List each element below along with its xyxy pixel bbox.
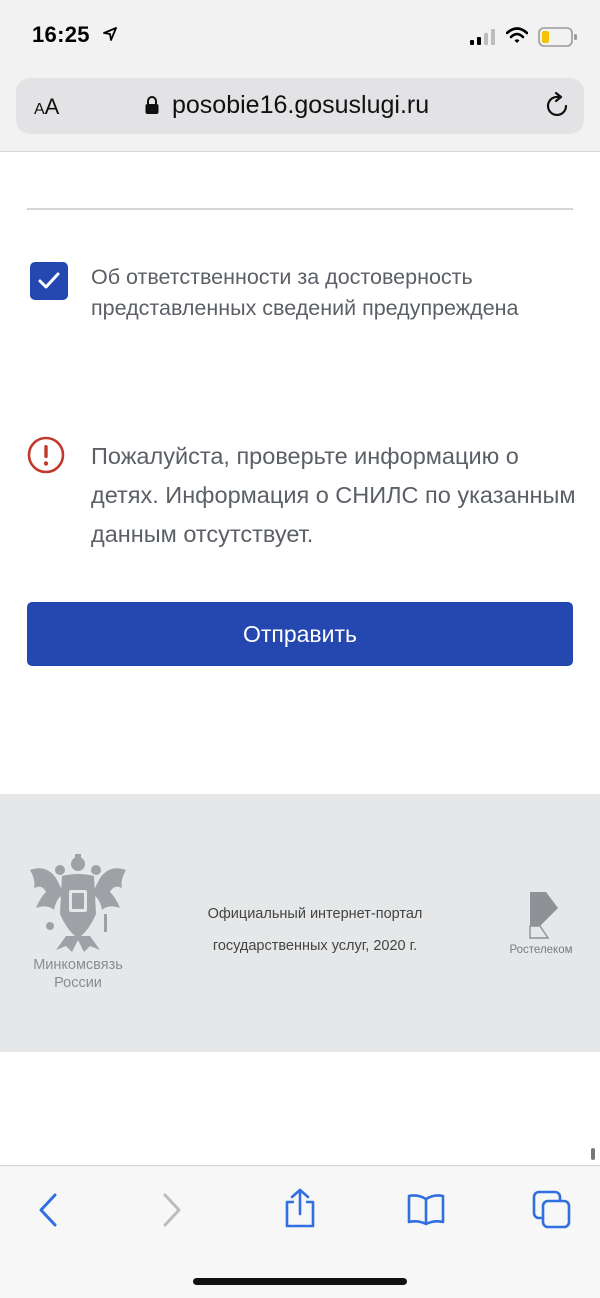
location-arrow-icon <box>103 27 117 46</box>
warning-icon <box>27 436 65 479</box>
home-indicator[interactable] <box>193 1278 407 1285</box>
book-icon[interactable] <box>406 1194 446 1231</box>
status-bar: 16:25 <box>0 0 600 70</box>
chevron-left-icon[interactable] <box>36 1192 60 1233</box>
chevron-right-icon[interactable] <box>160 1192 184 1233</box>
footer: Минкомсвязь России Официальный интернет-… <box>0 794 600 1052</box>
wifi-icon <box>505 27 529 49</box>
text-size-button[interactable]: AA <box>34 94 59 120</box>
ministry-name[interactable]: Минкомсвязь России <box>18 956 138 992</box>
rostelecom-logo-icon[interactable] <box>526 890 560 945</box>
checkbox-label[interactable]: Об ответственности за достоверность пред… <box>91 262 561 324</box>
lock-icon <box>144 95 160 120</box>
warning-message: Пожалуйста, проверьте информацию о детях… <box>91 443 576 547</box>
status-time: 16:25 <box>32 22 90 47</box>
battery-low-icon <box>538 27 578 52</box>
coat-of-arms-icon[interactable] <box>26 854 130 959</box>
checkmark-icon <box>38 272 60 289</box>
rostelecom-name: Ростелеком <box>509 944 573 956</box>
submit-button[interactable]: Отправить <box>27 602 573 666</box>
cellular-signal-icon <box>470 29 496 50</box>
address-bar[interactable]: AA posobie16.gosuslugi.ru <box>16 78 584 134</box>
portal-caption: Официальный интернет-портал государствен… <box>207 906 423 954</box>
browser-toolbar <box>0 1165 600 1298</box>
share-icon[interactable] <box>282 1188 318 1233</box>
responsibility-checkbox[interactable] <box>30 262 68 300</box>
section-divider <box>27 208 573 210</box>
url-text[interactable]: posobie16.gosuslugi.ru <box>172 91 429 120</box>
reload-icon[interactable] <box>544 91 572 125</box>
scroll-indicator[interactable] <box>591 1148 595 1160</box>
browser-header: AA posobie16.gosuslugi.ru <box>0 70 600 152</box>
tabs-icon[interactable] <box>532 1190 572 1235</box>
